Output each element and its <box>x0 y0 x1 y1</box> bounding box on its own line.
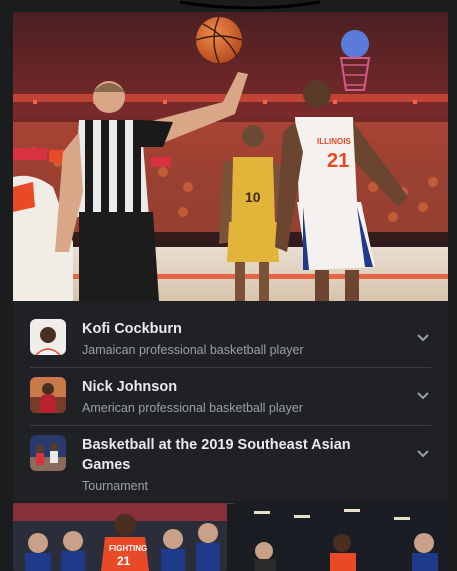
entity-subtitle: American professional basketball player <box>82 401 303 415</box>
entity-thumbnail <box>30 377 66 413</box>
entity-item-sea-games-basketball[interactable]: Basketball at the 2019 Southeast Asian G… <box>13 426 448 504</box>
jersey-number-21: 21 <box>327 150 349 172</box>
entity-title: Nick Johnson <box>82 379 178 395</box>
gallery-image[interactable]: FIGHTING 21 <box>13 503 227 571</box>
entity-subtitle: Tournament <box>82 479 149 493</box>
knowledge-card: 10 ILLINOIS 21 Kofi Cockburn Jamaican pr… <box>13 12 448 504</box>
entity-thumbnail <box>30 435 66 471</box>
jersey-text: FIGHTING <box>109 544 147 553</box>
chevron-down-icon[interactable] <box>416 331 430 345</box>
chevron-down-icon[interactable] <box>416 389 430 403</box>
image-strip: FIGHTING 21 <box>13 503 448 571</box>
entity-thumbnail <box>30 319 66 355</box>
jersey-number: 21 <box>117 554 131 568</box>
chevron-down-icon[interactable] <box>416 447 430 461</box>
entity-item-nick-johnson[interactable]: Nick Johnson American professional baske… <box>13 368 448 426</box>
entity-subtitle: Jamaican professional basketball player <box>82 343 304 357</box>
entity-item-kofi-cockburn[interactable]: Kofi Cockburn Jamaican professional bask… <box>13 310 448 368</box>
jersey-team-text: ILLINOIS <box>317 137 351 146</box>
entity-title: Basketball at the 2019 Southeast Asian G… <box>82 437 351 473</box>
hero-image[interactable]: 10 ILLINOIS 21 <box>13 12 448 301</box>
jersey-number-10: 10 <box>245 189 261 205</box>
gallery-image[interactable] <box>234 503 448 571</box>
entity-title: Kofi Cockburn <box>82 321 182 337</box>
